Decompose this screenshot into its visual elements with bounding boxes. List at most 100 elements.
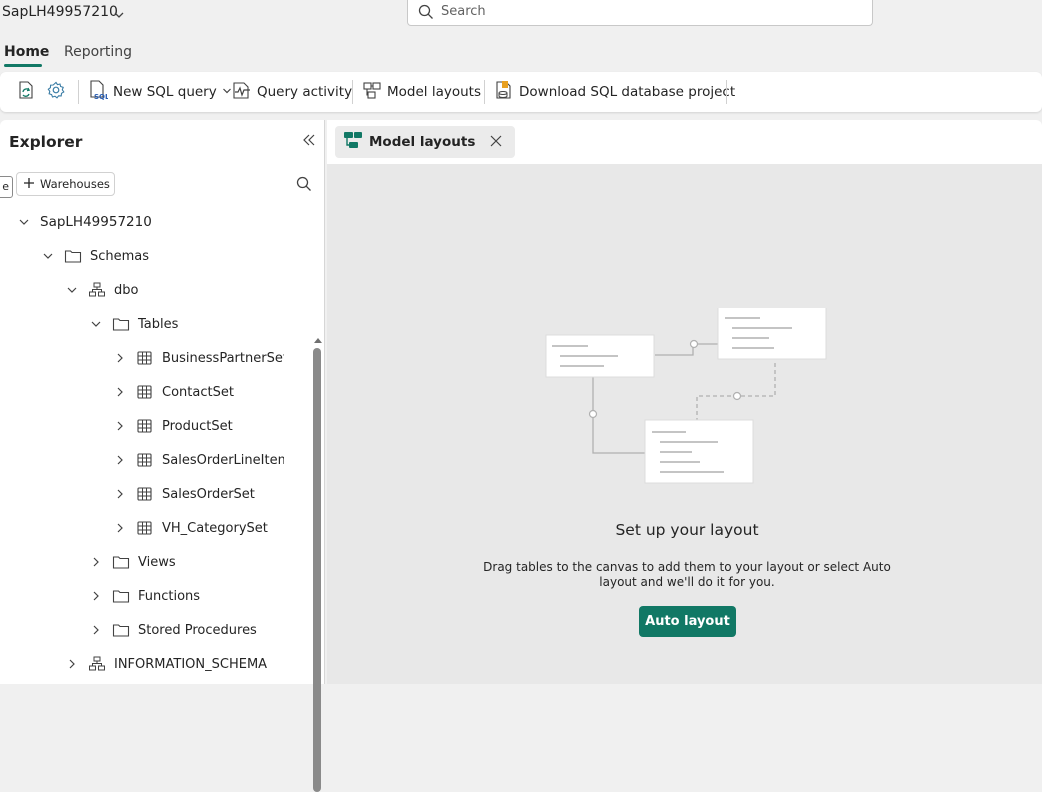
folder-icon xyxy=(112,588,130,604)
search-input[interactable]: Search xyxy=(407,0,873,26)
tab-model-layouts[interactable]: Model layouts xyxy=(335,126,515,158)
chevron-right-icon[interactable] xyxy=(112,452,128,468)
folder-icon xyxy=(64,248,82,264)
add-warehouses-button[interactable]: Warehouses xyxy=(16,172,115,196)
folder-icon xyxy=(112,622,130,638)
model-layout-icon xyxy=(343,130,363,154)
add-warehouses-label: Warehouses xyxy=(40,177,110,191)
explorer-panel: Explorer e Warehouses SapLH49957210 Schem… xyxy=(0,120,325,792)
gear-icon xyxy=(46,80,66,104)
active-tab-indicator xyxy=(4,64,42,67)
tree-item-label: SapLH49957210 xyxy=(40,214,152,230)
tree-item[interactable]: VH_CategorySet xyxy=(112,516,268,540)
plus-icon xyxy=(23,177,35,192)
table-icon xyxy=(136,418,154,434)
illustration-table-card xyxy=(545,334,655,378)
model-layouts-label: Model layouts xyxy=(387,84,481,100)
explorer-title: Explorer xyxy=(9,133,83,151)
tree-item-label: ProductSet xyxy=(162,418,233,434)
tree-item[interactable]: Tables xyxy=(88,312,178,336)
query-activity-button[interactable]: Query activity xyxy=(232,72,352,112)
model-layout-icon xyxy=(362,80,382,104)
tree-item[interactable]: SapLH49957210 xyxy=(16,210,152,234)
tree-item-label: BusinessPartnerSet xyxy=(162,350,284,366)
schema-icon xyxy=(88,282,106,298)
download-sql-project-label: Download SQL database project xyxy=(519,84,736,100)
chevron-right-icon[interactable] xyxy=(112,520,128,536)
scroll-up-arrow-icon[interactable] xyxy=(312,330,324,349)
chevron-right-icon[interactable] xyxy=(88,588,104,604)
tree-item[interactable]: Functions xyxy=(88,584,200,608)
tree-item[interactable]: Views xyxy=(88,550,176,574)
tree-item-label: dbo xyxy=(114,282,139,298)
download-sql-project-button[interactable]: Download SQL database project xyxy=(494,72,735,112)
chevron-down-icon[interactable] xyxy=(64,282,80,298)
model-layouts-button[interactable]: Model layouts xyxy=(362,72,481,112)
folder-icon xyxy=(112,554,130,570)
chevron-right-icon[interactable] xyxy=(112,384,128,400)
toolbar-divider xyxy=(484,80,485,104)
table-icon xyxy=(136,384,154,400)
chevron-right-icon[interactable] xyxy=(112,350,128,366)
chevron-down-icon[interactable] xyxy=(113,6,125,25)
collapse-panel-icon[interactable] xyxy=(301,132,317,152)
empty-state-title: Set up your layout xyxy=(615,521,759,539)
database-download-icon xyxy=(494,80,514,104)
truncated-chip[interactable]: e xyxy=(0,176,13,198)
tree-item[interactable]: BusinessPartnerSet xyxy=(112,346,284,370)
tab-home[interactable]: Home xyxy=(4,44,49,60)
tree-item-label: INFORMATION_SCHEMA xyxy=(114,656,268,672)
auto-layout-button[interactable]: Auto layout xyxy=(639,606,736,637)
explorer-tree: SapLH49957210 Schemas dbo Tables BusinessPar… xyxy=(0,210,284,684)
chevron-down-icon xyxy=(222,84,232,100)
scrollbar-thumb[interactable] xyxy=(313,348,321,792)
tree-item-label: Tables xyxy=(138,316,179,332)
layout-canvas[interactable]: Set up your layout Drag tables to the ca… xyxy=(327,164,1042,684)
illustration-table-card xyxy=(644,419,754,484)
close-icon[interactable] xyxy=(489,134,503,152)
tree-item-label: Functions xyxy=(138,588,201,604)
sql-file-icon: SQL xyxy=(88,80,110,104)
chevron-down-icon[interactable] xyxy=(88,316,104,332)
tree-item[interactable]: Stored Procedures xyxy=(88,618,257,642)
tree-item-label: ContactSet xyxy=(162,384,234,400)
tab-reporting[interactable]: Reporting xyxy=(64,44,132,60)
document-tab-bar: Model layouts xyxy=(327,120,1042,164)
schema-icon xyxy=(88,656,106,672)
chevron-down-icon[interactable] xyxy=(40,248,56,264)
search-icon[interactable] xyxy=(296,176,312,196)
toolbar: SQL New SQL query Query activity Model l… xyxy=(0,72,1042,112)
chevron-right-icon[interactable] xyxy=(112,486,128,502)
tab-model-layouts-label: Model layouts xyxy=(369,134,476,150)
refresh-button[interactable] xyxy=(16,72,36,112)
tree-item-label: SalesOrderSet xyxy=(162,486,255,502)
tree-item[interactable]: ContactSet xyxy=(112,380,234,404)
illustration-table-card xyxy=(717,308,827,360)
tree-item[interactable]: SalesOrderLineItemSet xyxy=(112,448,284,472)
new-sql-query-button[interactable]: SQL New SQL query xyxy=(88,72,232,112)
tree-item[interactable]: ProductSet xyxy=(112,414,233,438)
tree-item[interactable]: Schemas xyxy=(40,244,149,268)
tree-item[interactable]: INFORMATION_SCHEMA xyxy=(64,652,267,676)
tree-item-label: SalesOrderLineItemSet xyxy=(162,452,284,468)
tree-item[interactable]: SalesOrderSet xyxy=(112,482,255,506)
chevron-down-icon[interactable] xyxy=(16,214,32,230)
chevron-right-icon[interactable] xyxy=(64,656,80,672)
tree-item-label: Schemas xyxy=(90,248,150,264)
tree-item[interactable]: dbo xyxy=(64,278,138,302)
search-placeholder: Search xyxy=(441,4,486,19)
toolbar-divider xyxy=(726,80,727,104)
chevron-right-icon[interactable] xyxy=(88,622,104,638)
refresh-icon xyxy=(16,80,36,104)
activity-icon xyxy=(232,80,252,104)
workspace-item-name[interactable]: SapLH49957210 xyxy=(2,4,118,20)
new-sql-query-label: New SQL query xyxy=(113,84,217,100)
folder-icon xyxy=(112,316,130,332)
settings-button[interactable] xyxy=(46,72,66,112)
table-icon xyxy=(136,520,154,536)
tree-item-label: VH_CategorySet xyxy=(162,520,268,536)
chevron-right-icon[interactable] xyxy=(112,418,128,434)
chevron-right-icon[interactable] xyxy=(88,554,104,570)
toolbar-divider xyxy=(352,80,353,104)
svg-text:SQL: SQL xyxy=(94,93,108,100)
